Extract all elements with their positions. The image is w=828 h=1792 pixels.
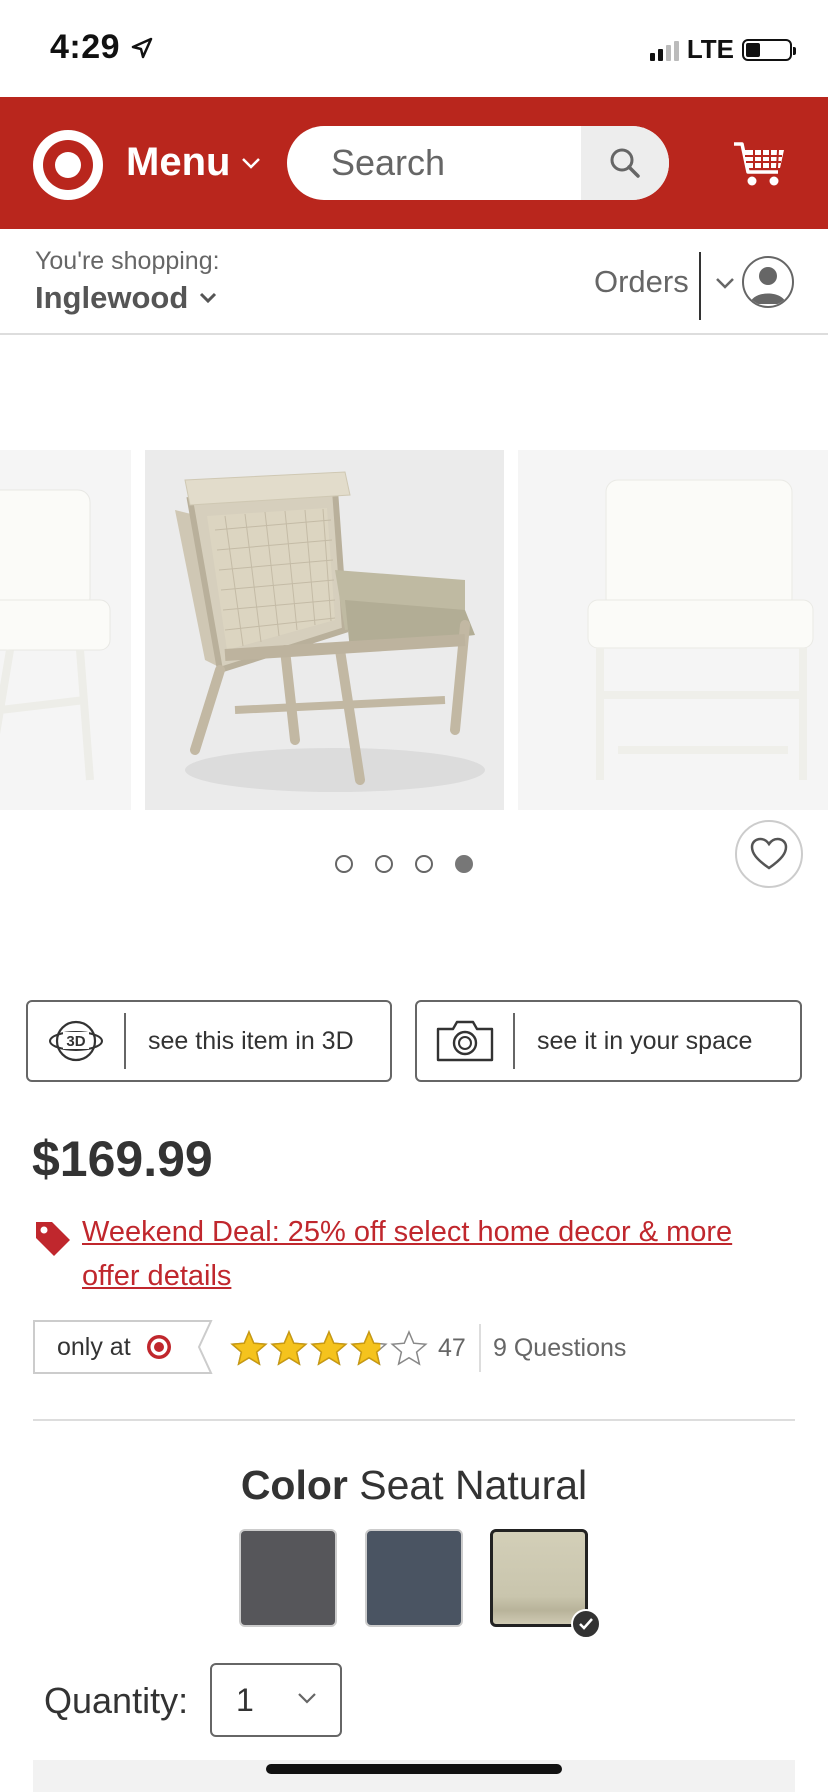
product-price: $169.99 (32, 1131, 213, 1187)
color-heading: Color Seat Natural (0, 1462, 828, 1509)
chevron-down-icon (298, 1693, 316, 1704)
chevron-down-icon (242, 157, 261, 169)
quantity-label: Quantity: (44, 1680, 189, 1721)
battery-icon (742, 38, 796, 61)
color-swatch-charcoal[interactable] (239, 1529, 337, 1627)
camera-icon (417, 1013, 515, 1069)
only-at-target-badge: only at (33, 1320, 211, 1374)
checkmark-icon (571, 1609, 601, 1639)
home-indicator[interactable] (266, 1764, 562, 1774)
star-icon (390, 1330, 428, 1366)
heart-icon (750, 837, 788, 870)
quantity-value: 1 (236, 1681, 254, 1718)
orders-link[interactable]: Orders (594, 264, 689, 300)
carousel-dots (335, 855, 473, 873)
color-selected-value: Seat Natural (359, 1462, 588, 1508)
signal-icon (649, 39, 679, 61)
view-in-3d-label: see this item in 3D (148, 1026, 354, 1055)
carousel-dot[interactable] (415, 855, 433, 873)
deal-text[interactable]: Weekend Deal: 25% off select home decor … (82, 1210, 802, 1254)
carousel-dot[interactable] (375, 855, 393, 873)
chevron-down-icon[interactable] (714, 276, 736, 290)
favorite-button[interactable] (735, 820, 803, 888)
search-button[interactable] (581, 126, 669, 200)
menu-label: Menu (126, 140, 231, 184)
deal-link[interactable]: Weekend Deal: 25% off select home decor … (82, 1210, 802, 1298)
divider (33, 1419, 795, 1421)
price-tag-icon (36, 1222, 70, 1256)
store-name: Inglewood (35, 280, 189, 315)
search-input[interactable] (287, 126, 581, 200)
product-image-main[interactable] (145, 450, 504, 810)
color-label: Color (240, 1462, 348, 1508)
store-selector[interactable]: Inglewood (35, 280, 218, 316)
store-label: You're shopping: (35, 247, 220, 275)
divider (0, 333, 828, 335)
badge-point (195, 1320, 213, 1374)
color-swatch-natural[interactable] (490, 1529, 588, 1627)
status-indicators: LTE (649, 34, 796, 65)
divider (479, 1324, 481, 1372)
product-image-next[interactable] (518, 450, 828, 810)
see-in-space-label: see it in your space (537, 1026, 753, 1055)
carousel-dot-active[interactable] (455, 855, 473, 873)
location-arrow-icon (131, 37, 153, 59)
carousel-dot[interactable] (335, 855, 353, 873)
star-rating[interactable] (230, 1330, 428, 1366)
search-bar (287, 126, 669, 200)
account-avatar-icon[interactable] (742, 256, 794, 308)
status-time: 4:29 (50, 28, 154, 67)
network-label: LTE (686, 34, 734, 64)
target-bullseye-icon[interactable] (33, 130, 103, 200)
cart-icon[interactable] (732, 136, 788, 192)
star-icon (230, 1330, 268, 1366)
star-icon (270, 1330, 308, 1366)
divider (699, 252, 701, 320)
svg-text:3D: 3D (66, 1033, 85, 1050)
see-in-space-button[interactable]: see it in your space (415, 1000, 802, 1082)
review-count[interactable]: 47 (438, 1334, 466, 1363)
target-bullseye-icon (146, 1335, 171, 1359)
3d-view-icon: 3D (28, 1013, 126, 1069)
only-at-label: only at (57, 1332, 131, 1361)
offer-details-link[interactable]: offer details (82, 1254, 802, 1298)
chevron-down-icon (200, 292, 217, 304)
quantity-select[interactable]: 1 (210, 1663, 342, 1737)
menu-button[interactable]: Menu (126, 140, 262, 185)
star-icon (350, 1330, 388, 1366)
questions-link[interactable]: 9 Questions (493, 1334, 626, 1363)
product-image-prev[interactable] (0, 450, 131, 810)
view-in-3d-button[interactable]: 3D see this item in 3D (26, 1000, 392, 1082)
search-icon (610, 148, 640, 178)
color-swatch-navy[interactable] (365, 1529, 463, 1627)
star-icon (310, 1330, 348, 1366)
